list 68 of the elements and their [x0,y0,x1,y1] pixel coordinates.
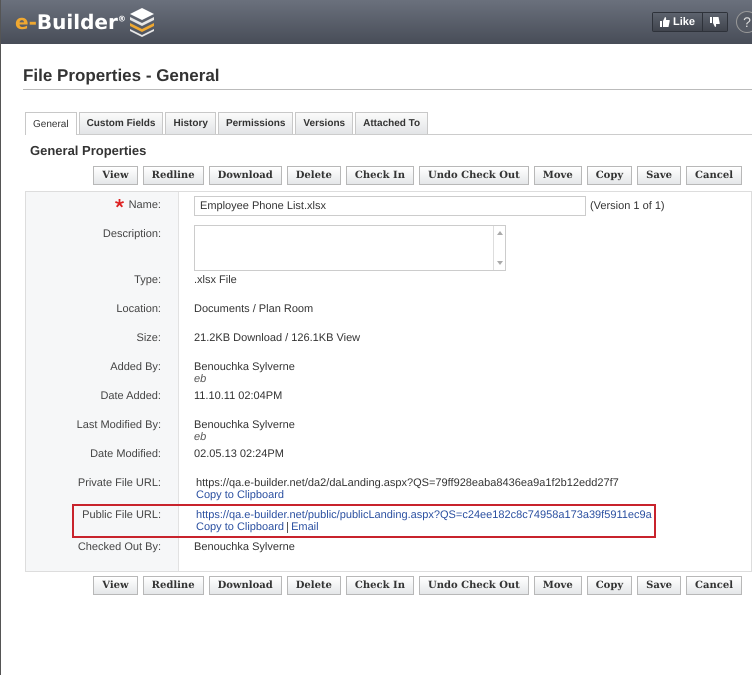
toolbar-button[interactable]: Delete [286,576,341,595]
field-label: Date Modified: [90,448,161,460]
field-label: Private File URL: [78,477,161,489]
toolbar-button[interactable]: Cancel [686,166,742,185]
tab[interactable]: Versions [295,112,354,134]
toolbar-button[interactable]: Check In [346,576,414,595]
version-label: (Version 1 of 1) [590,200,665,212]
toolbar-button[interactable]: Undo Check Out [418,166,529,185]
toolbar-button[interactable]: Undo Check Out [418,576,529,595]
section-heading: General Properties [30,143,148,158]
description-textarea[interactable] [194,225,506,271]
toolbar-button[interactable]: Copy [586,576,632,595]
tab[interactable]: History [165,112,216,134]
tab[interactable]: Custom Fields [78,112,164,134]
field-label: Location: [116,303,161,315]
toolbar-button[interactable]: Save [637,576,682,595]
scroll-up-icon[interactable] [496,231,502,235]
toolbar-button[interactable]: Cancel [686,576,742,595]
action-link[interactable]: Copy to Clipboard [196,521,284,533]
logo-text: e-Builder$^{®}$ [15,10,126,34]
help-button[interactable]: ? [736,11,752,33]
field-value: Benouchka Sylverne [194,361,296,373]
field-label: Type: [134,274,161,286]
url-link[interactable]: https://qa.e-builder.net/public/publicLanding.aspx?QS=c24ee182c8c74958a173a39f5911ec9a [196,509,650,521]
field-label: Date Added: [100,390,161,402]
field-value: .xlsx File [194,274,237,286]
field-label: Last Modified By: [76,419,161,431]
thumbs-down-icon [710,17,720,27]
action-link[interactable]: Email [291,521,319,533]
toolbar-button[interactable]: View [93,166,138,185]
like-button[interactable]: Like [652,13,702,31]
user-initials: eb [194,373,208,385]
field-value: Benouchka Sylverne [194,541,295,553]
toolbar-button[interactable]: Redline [142,166,204,185]
toolbar-button[interactable]: View [93,576,138,595]
field-label: Size: [136,332,161,344]
url-text: https://qa.e-builder.net/da2/daLanding.aspx?QS=79ff928eaba8436ea9a1f2b12edd27f7 [196,477,620,489]
field-value: Benouchka Sylverne [194,419,296,431]
field-label: Name: [128,199,161,211]
toolbar-button[interactable]: Move [534,166,582,185]
action-link[interactable]: Copy to Clipboard [196,489,284,501]
tab[interactable]: Attached To [355,112,428,134]
scroll-down-icon[interactable] [496,261,502,265]
cube-stack-icon [128,7,156,37]
toolbar-button[interactable]: Redline [142,576,204,595]
toolbar-button[interactable]: Download [208,576,282,595]
field-label: Public File URL: [82,509,161,521]
field-value: Documents / Plan Room [194,303,314,315]
page-title: File Properties - General [23,66,752,90]
toolbar-button[interactable]: Download [208,166,282,185]
tab[interactable]: Permissions [218,112,294,134]
name-input[interactable]: Employee Phone List.xlsx [194,196,586,216]
toolbar-button[interactable]: Delete [286,166,341,185]
tab[interactable]: General [25,112,77,135]
scrollbar[interactable] [493,226,505,270]
field-value: 02.05.13 02:24PM [194,448,284,460]
thumbs-up-icon [660,17,670,27]
toolbar-button[interactable]: Copy [586,166,632,185]
toolbar-button[interactable]: Check In [346,166,414,185]
field-value: 11.10.11 02:04PM [194,390,282,402]
field-value: 21.2KB Download / 126.1KB View [194,332,360,344]
field-label: Description: [102,228,161,240]
dislike-button[interactable] [702,13,727,31]
field-label: Added By: [110,361,161,373]
toolbar-button[interactable]: Move [534,576,582,595]
user-initials: eb [194,431,208,443]
field-label: Checked Out By: [78,541,161,553]
toolbar-button[interactable]: Save [637,166,682,185]
